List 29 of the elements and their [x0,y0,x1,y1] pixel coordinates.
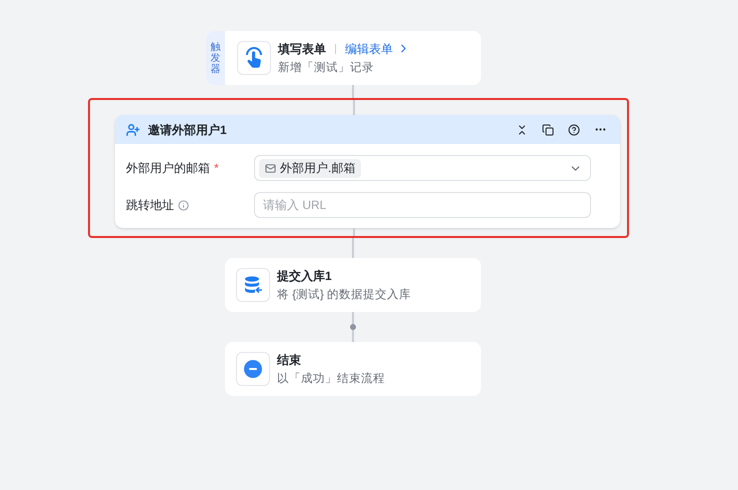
required-mark: * [214,160,219,177]
database-icon [243,275,263,295]
help-button[interactable] [567,122,581,136]
select-field[interactable]: 外部用户.邮箱 [254,155,591,181]
field-label: 跳转地址 [126,197,174,214]
copy-icon [542,124,554,136]
node-description: 以「成功」结束流程 [277,371,385,386]
pointer-hand-icon [244,47,264,69]
node-description: 新增「测试」记录 [278,60,375,76]
trigger-badge: 触发器 [206,31,225,85]
node-title: 结束 [277,352,302,368]
action-card[interactable]: 邀请外部用户1 外部用户的邮箱 * 外部用户.邮箱 跳转地址 请输入 URL [115,115,620,228]
help-icon [568,124,580,136]
card-title: 邀请外部用户1 [148,122,227,138]
minus-circle-icon [244,360,262,378]
node-card[interactable]: 提交入库1 将 {测试} 的数据提交入库 [225,258,481,312]
edit-form-link[interactable]: 编辑表单 [345,40,410,56]
copy-button[interactable] [541,122,555,136]
node-title: 填写表单 [278,40,326,56]
node-card[interactable]: 结束 以「成功」结束流程 [225,342,481,396]
trigger-card[interactable]: 触发器 填写表单 编辑表单 新增「测试」记录 [206,31,481,85]
field-label: 外部用户的邮箱 [126,160,210,177]
mail-icon [265,162,276,174]
node-title: 提交入库1 [277,268,333,284]
variable-token: 外部用户.邮箱 [259,158,362,178]
collapse-icon [516,124,528,136]
add-user-icon [126,122,140,136]
node-description: 将 {测试} 的数据提交入库 [277,287,412,302]
url-input-field[interactable]: 请输入 URL [254,192,591,218]
